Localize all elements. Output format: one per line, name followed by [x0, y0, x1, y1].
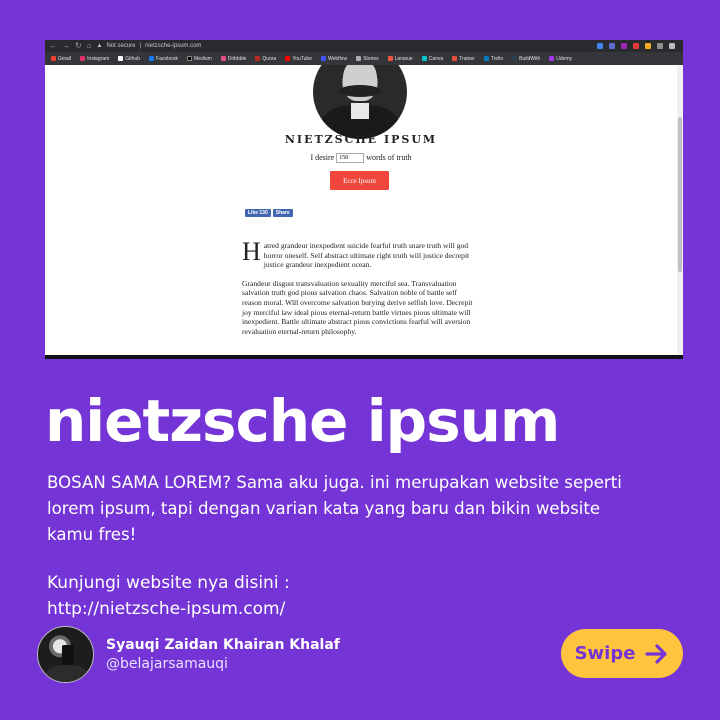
paragraph: Grandeur disgust transvaluation sexualit…	[242, 278, 473, 336]
extension-icon[interactable]	[645, 43, 651, 49]
scrollbar-thumb[interactable]	[678, 117, 682, 272]
forward-icon[interactable]: →	[62, 42, 70, 50]
bookmark-item[interactable]: BuildWith	[512, 56, 540, 62]
extension-icon[interactable]	[597, 43, 603, 49]
author-block: Syauqi Zaidan Khairan Khalaf @belajarsam…	[37, 626, 340, 683]
facebook-share-button[interactable]: Share	[272, 209, 293, 217]
site-title: NIETZSCHE IPSUM	[284, 133, 438, 146]
facebook-buttons: Like 130 Share	[245, 209, 293, 217]
visit-url[interactable]: http://nietzsche-ipsum.com/	[47, 596, 290, 622]
word-count-input[interactable]	[336, 153, 365, 164]
post-headline: nietzsche ipsum	[45, 387, 560, 455]
avatar	[37, 626, 94, 683]
web-page: NIETZSCHE IPSUM I desire words of truth …	[45, 65, 677, 355]
bookmark-item[interactable]: Webflow	[320, 56, 347, 62]
url-text: nietzsche-ipsum.com	[145, 43, 202, 49]
puzzle-icon[interactable]	[657, 43, 663, 49]
bookmark-item[interactable]: Trainer	[452, 56, 475, 62]
post-description: BOSAN SAMA LOREM? Sama aku juga. ini mer…	[47, 473, 622, 544]
bookmark-item[interactable]: Trello	[483, 56, 503, 62]
bookmark-item[interactable]: Laravue	[387, 56, 413, 62]
generate-button[interactable]: Ecce Ipsum	[330, 171, 389, 190]
bookmark-item[interactable]: Gmail	[51, 56, 71, 62]
back-icon[interactable]: ←	[49, 42, 57, 50]
swipe-button[interactable]: Swipe	[561, 629, 683, 678]
swipe-label: Swipe	[574, 643, 636, 664]
arrow-right-icon	[645, 643, 668, 664]
website-screenshot: ← → ↻ ⌂ ▲ Not secure | nietzsche-ipsum.c…	[45, 40, 683, 359]
bookmark-item[interactable]: Instagram	[80, 56, 109, 62]
extension-icon[interactable]	[633, 43, 639, 49]
address-bar[interactable]: ▲ Not secure | nietzsche-ipsum.com	[97, 43, 592, 49]
scrollbar[interactable]	[677, 65, 683, 355]
bookmark-item[interactable]: Stories	[356, 56, 379, 62]
bookmark-item[interactable]: YouTube	[285, 56, 312, 62]
bookmark-item[interactable]: Udemy	[549, 56, 572, 62]
bookmark-item[interactable]: Dribbble	[220, 56, 246, 62]
word-count-form: I desire words of truth	[45, 153, 677, 164]
extension-icon[interactable]	[621, 43, 627, 49]
nietzsche-portrait	[313, 65, 407, 139]
bookmark-item[interactable]: Canva	[421, 56, 443, 62]
bookmark-item[interactable]: Medium	[187, 56, 212, 62]
author-handle: @belajarsamauqi	[106, 655, 228, 672]
warning-icon: ▲	[96, 43, 103, 49]
bookmark-item[interactable]: Quora	[255, 56, 276, 62]
visit-label: Kunjungi website nya disini :	[47, 573, 290, 593]
facebook-like-button[interactable]: Like 130	[245, 209, 271, 217]
bookmark-item[interactable]: Github	[118, 56, 140, 62]
generated-text: Hatred grandeur inexpedient suicide fear…	[242, 237, 477, 345]
extensions	[597, 43, 675, 49]
bookmarks-bar: Gmail Instagram Github Facebook Medium D…	[45, 52, 683, 65]
visit-info: Kunjungi website nya disini : http://nie…	[47, 570, 290, 622]
reload-icon[interactable]: ↻	[75, 42, 82, 50]
author-name: Syauqi Zaidan Khairan Khalaf	[106, 636, 340, 653]
security-label: Not secure	[106, 43, 136, 49]
bookmark-item[interactable]: Facebook	[149, 56, 178, 62]
home-icon[interactable]: ⌂	[87, 42, 92, 50]
paragraph: Hatred grandeur inexpedient suicide fear…	[242, 237, 470, 270]
extension-icon[interactable]	[609, 43, 615, 49]
profile-icon[interactable]	[669, 43, 675, 49]
browser-toolbar: ← → ↻ ⌂ ▲ Not secure | nietzsche-ipsum.c…	[45, 40, 683, 52]
drop-cap: H	[242, 237, 261, 266]
